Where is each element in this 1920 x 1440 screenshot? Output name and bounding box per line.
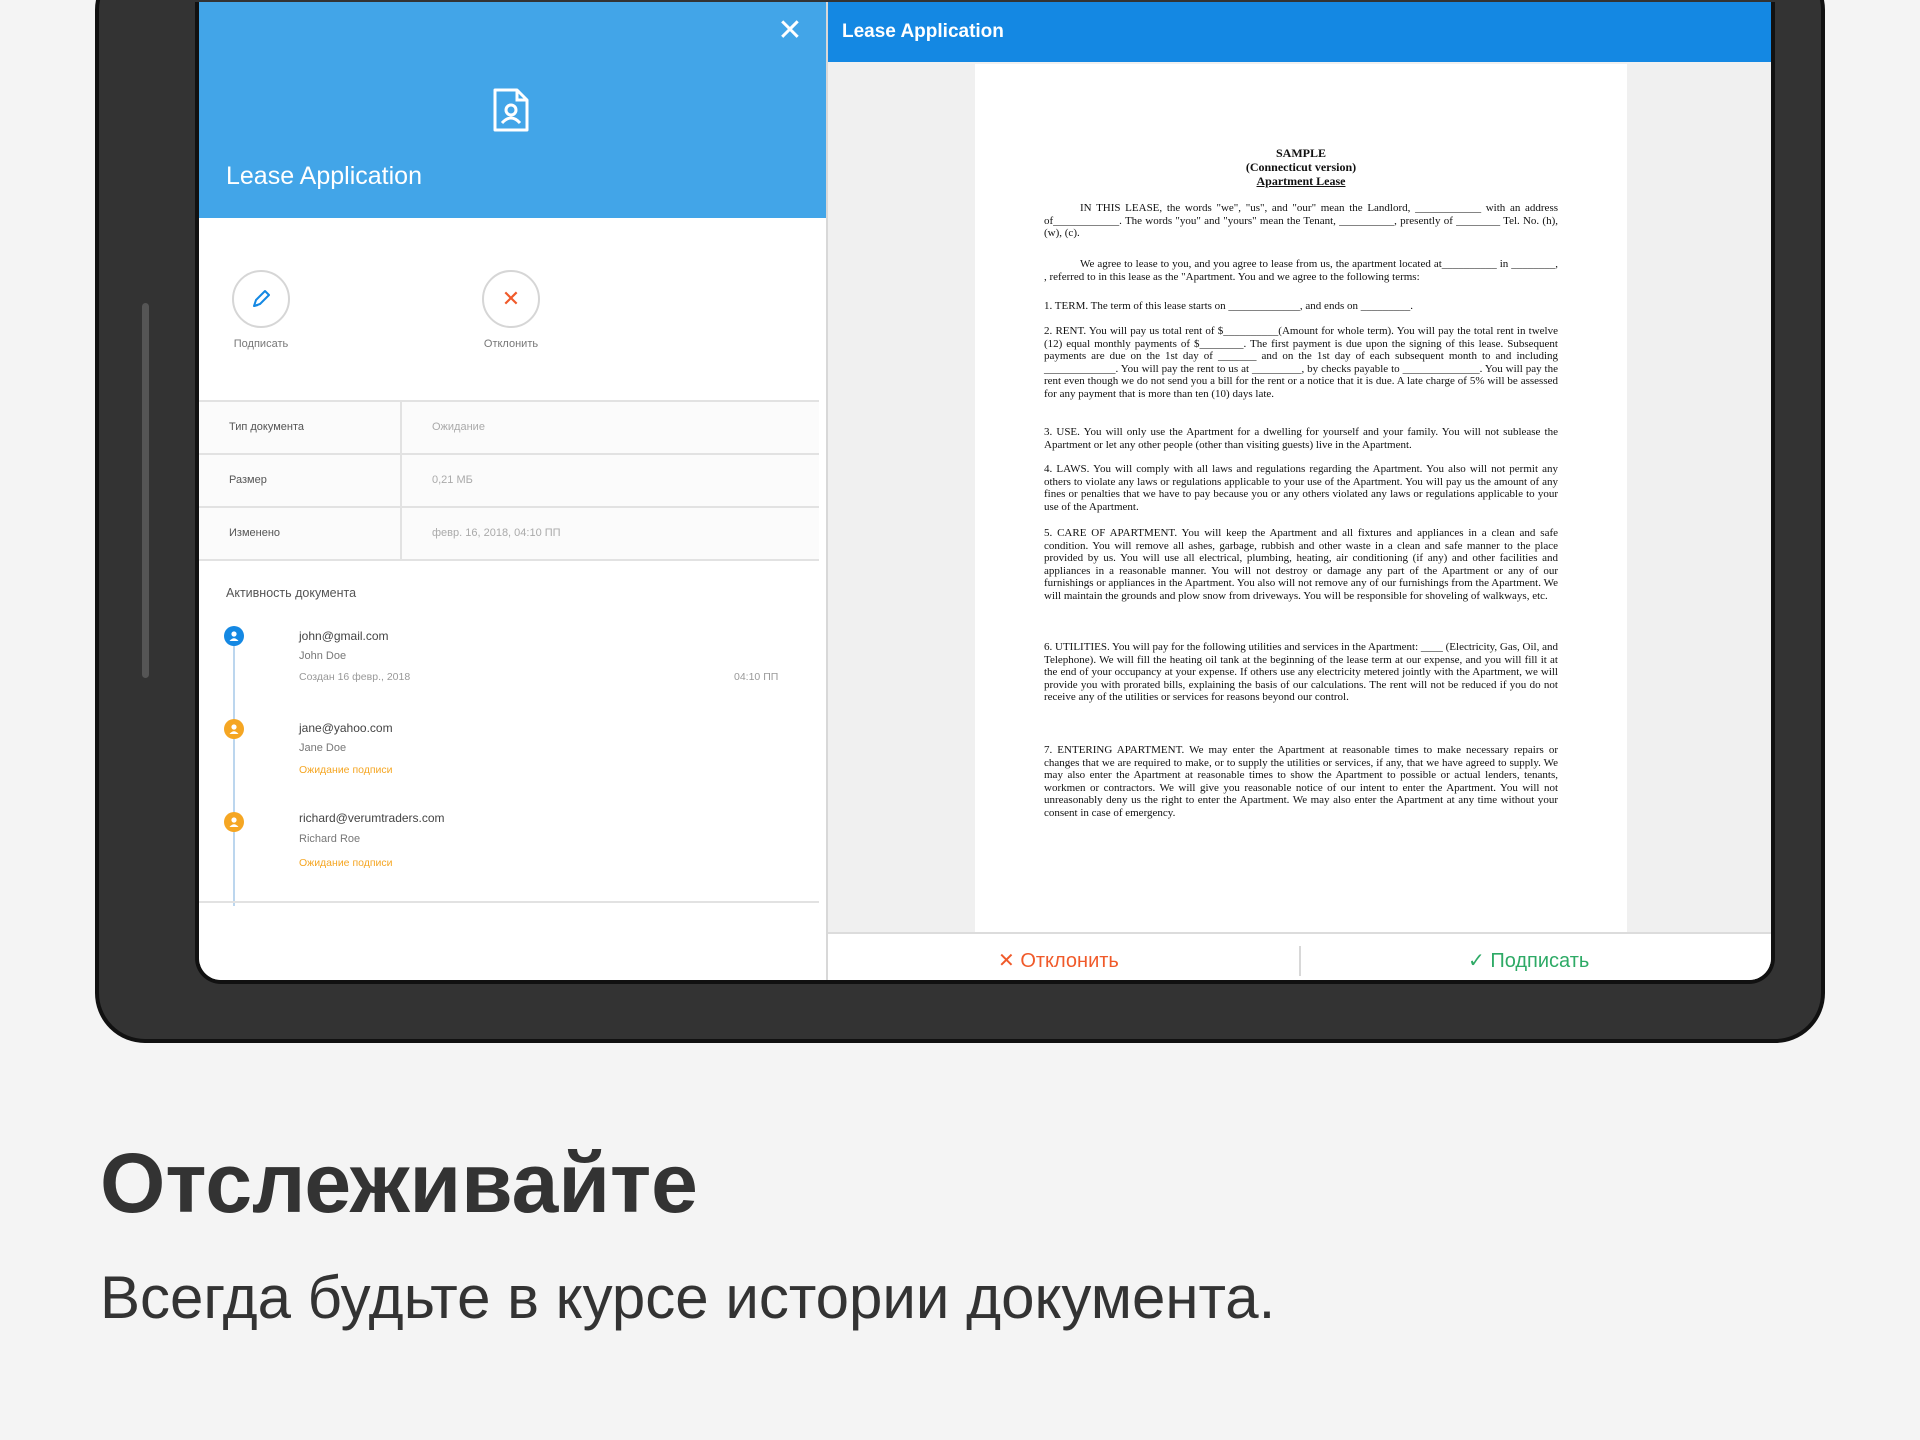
doc-paragraph: 2. RENT. You will pay us total rent of $…	[1044, 325, 1558, 400]
property-key: Размер	[199, 455, 402, 506]
doc-paragraph: 6. UTILITIES. You will pay for the follo…	[1044, 641, 1558, 704]
viewer-footer: ✕ Отклонить ✓ Подписать	[828, 932, 1771, 980]
doc-paragraph: 5. CARE OF APARTMENT. You will keep the …	[1044, 527, 1558, 602]
doc-title: Apartment Lease	[1256, 174, 1346, 188]
activity-timeline	[233, 636, 235, 906]
doc-paragraph: 1. TERM. The term of this lease starts o…	[1044, 300, 1413, 312]
activity-time: 04:10 ПП	[734, 671, 779, 683]
close-icon[interactable]: ✕	[777, 16, 803, 46]
document-viewer: Lease Application SAMPLE (Connecticut ve…	[828, 2, 1771, 980]
divider	[199, 901, 819, 903]
details-header: ✕ Lease Application	[199, 2, 826, 218]
property-row: Размер 0,21 МБ	[199, 453, 819, 506]
property-key: Тип документа	[199, 402, 402, 453]
document-person-icon	[493, 88, 529, 132]
activity-name: John Doe	[299, 650, 347, 662]
document-properties: Тип документа Ожидание Размер 0,21 МБ Из…	[199, 400, 819, 561]
activity-email: jane@yahoo.com	[299, 721, 393, 735]
document-details-panel: ✕ Lease Application Подписать ✕ Отклонит…	[199, 2, 828, 980]
sign-action[interactable]: Подписать	[221, 270, 301, 350]
decline-action[interactable]: ✕ Отклонить	[471, 270, 551, 350]
doc-heading: SAMPLE	[1275, 146, 1326, 160]
user-icon	[224, 719, 244, 739]
sign-button[interactable]: ✓ Подписать	[1468, 948, 1589, 973]
doc-paragraph: IN THIS LEASE, the words "we", "us", and…	[1044, 202, 1558, 240]
tablet-screen: ✕ Lease Application Подписать ✕ Отклонит…	[195, 2, 1775, 984]
close-icon: ✕	[501, 286, 521, 311]
sign-circle-button[interactable]	[232, 270, 290, 328]
user-icon	[224, 812, 244, 832]
user-icon	[224, 626, 244, 646]
property-value: 0,21 МБ	[432, 474, 473, 486]
decline-action-label: Отклонить	[483, 338, 539, 350]
activity-status: Ожидание подписи	[299, 857, 393, 869]
property-value: февр. 16, 2018, 04:10 ПП	[432, 527, 561, 539]
promo-subline: Всегда будьте в курсе истории документа.	[100, 1264, 1276, 1331]
tablet-home-bar	[142, 303, 149, 678]
activity-title: Активность документа	[226, 586, 357, 600]
sign-action-label: Подписать	[233, 338, 289, 350]
activity-email: richard@verumtraders.com	[299, 811, 445, 825]
doc-paragraph: 7. ENTERING APARTMENT. We may enter the …	[1044, 744, 1558, 819]
activity-name: Richard Roe	[299, 833, 361, 845]
doc-subheading: (Connecticut version)	[1245, 160, 1357, 174]
divider	[1299, 946, 1301, 976]
viewer-title: Lease Application	[842, 21, 1004, 42]
activity-name: Jane Doe	[299, 742, 347, 754]
activity-status: Создан 16 февр., 2018	[299, 671, 411, 683]
activity-email: john@gmail.com	[299, 629, 389, 643]
pencil-icon	[253, 290, 270, 307]
document-title: Lease Application	[226, 162, 422, 190]
doc-paragraph: We agree to lease to you, and you agree …	[1044, 258, 1558, 283]
decline-button[interactable]: ✕ Отклонить	[998, 948, 1119, 973]
property-value: Ожидание	[432, 421, 485, 433]
promo-headline: Отслеживайте	[100, 1136, 698, 1230]
decline-circle-button[interactable]: ✕	[482, 270, 540, 328]
property-row: Изменено февр. 16, 2018, 04:10 ПП	[199, 506, 819, 561]
property-key: Изменено	[199, 508, 402, 559]
doc-paragraph: 4. LAWS. You will comply with all laws a…	[1044, 463, 1558, 513]
viewer-header: Lease Application	[828, 2, 1771, 62]
document-page: SAMPLE (Connecticut version) Apartment L…	[975, 64, 1627, 932]
doc-paragraph: 3. USE. You will only use the Apartment …	[1044, 426, 1558, 451]
property-row: Тип документа Ожидание	[199, 400, 819, 453]
activity-status: Ожидание подписи	[299, 764, 393, 776]
